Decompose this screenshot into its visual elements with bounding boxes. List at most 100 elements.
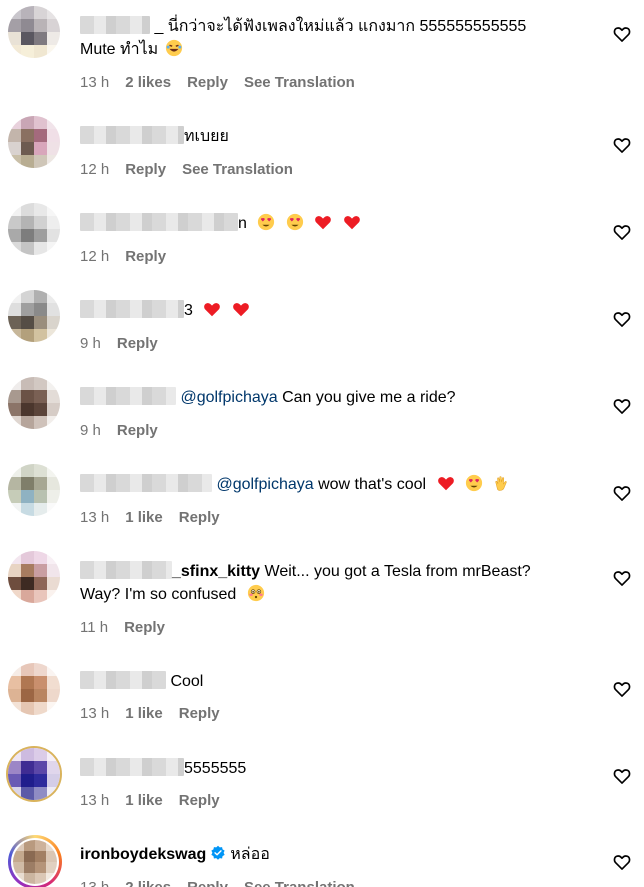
comment-username[interactable]: ironboydekswag <box>80 846 206 863</box>
comment-body: n <box>238 215 247 232</box>
avatar[interactable] <box>8 551 60 603</box>
story-ring[interactable] <box>8 835 62 887</box>
likes-count[interactable]: 2 likes <box>125 879 171 887</box>
timestamp: 13 h <box>80 879 109 887</box>
comment-body: 5555555 <box>184 760 247 777</box>
blurred-username[interactable] <box>80 300 184 318</box>
heart-outline-icon[interactable] <box>612 309 632 329</box>
blurred-username[interactable] <box>80 387 176 405</box>
avatar[interactable] <box>8 663 60 715</box>
mention-link[interactable]: @golfpichaya <box>216 476 313 493</box>
timestamp: 9 h <box>80 422 101 439</box>
comment-text-line2: Mute ทำไม <box>80 39 183 61</box>
comment-meta: 13 h 2 likes Reply See Translation <box>80 879 371 887</box>
flushed-face-emoji-icon <box>247 584 264 602</box>
comment-body-continued: Mute ทำไม <box>80 41 159 58</box>
comment-meta: 13 h 1 like Reply <box>80 509 236 526</box>
comment-text: n <box>80 213 361 235</box>
likes-count[interactable]: 1 like <box>125 792 163 809</box>
comment-text: _sfinx_kitty Weit... you got a Tesla fro… <box>80 561 531 583</box>
comment-body: ทเบยย <box>184 128 229 145</box>
blurred-username[interactable] <box>80 561 172 579</box>
reply-button[interactable]: Reply <box>117 422 158 439</box>
heart-eyes-emoji-icon <box>286 213 303 231</box>
timestamp: 13 h <box>80 509 110 526</box>
comment-text: 5555555 <box>80 758 246 780</box>
heart-outline-icon[interactable] <box>612 852 632 872</box>
likes-count[interactable]: 2 likes <box>125 74 171 91</box>
comment-meta: 9 h Reply <box>80 335 174 352</box>
comment-text: @golfpichaya Can you give me a ride? <box>80 387 456 409</box>
comment-body-continued: Way? I'm so confused <box>80 586 237 603</box>
laughing-emoji-icon <box>165 39 182 57</box>
timestamp: 13 h <box>80 705 110 722</box>
likes-count[interactable]: 1 like <box>125 705 163 722</box>
timestamp: 12 h <box>80 248 110 265</box>
verified-badge-icon <box>211 845 225 860</box>
comment-meta: 12 h Reply See Translation <box>80 161 309 178</box>
clapping-hands-emoji-icon <box>495 476 508 491</box>
heart-outline-icon[interactable] <box>612 135 632 155</box>
red-heart-emoji-icon <box>204 303 221 317</box>
blurred-username[interactable] <box>80 671 166 689</box>
reply-button[interactable]: Reply <box>187 74 228 91</box>
heart-outline-icon[interactable] <box>612 679 632 699</box>
reply-button[interactable]: Reply <box>117 335 158 352</box>
comment-meta: 13 h 1 like Reply <box>80 792 236 809</box>
avatar[interactable] <box>8 116 60 168</box>
heart-eyes-emoji-icon <box>465 474 483 492</box>
heart-outline-icon[interactable] <box>612 568 632 588</box>
comment-body: _ นี่กว่าจะได้ฟังเพลงใหม่แล้ว แกงมาก 555… <box>154 18 527 35</box>
reply-button[interactable]: Reply <box>187 879 228 887</box>
comment-text: ironboydekswag หล่ออ <box>80 844 270 866</box>
reply-button[interactable]: Reply <box>179 792 220 809</box>
blurred-username[interactable] <box>80 126 184 144</box>
avatar[interactable] <box>8 290 60 342</box>
see-translation-button[interactable]: See Translation <box>182 161 293 178</box>
heart-outline-icon[interactable] <box>612 396 632 416</box>
likes-count[interactable]: 1 like <box>125 509 163 526</box>
red-heart-emoji-icon <box>343 216 360 230</box>
red-heart-emoji-icon <box>315 216 332 230</box>
reply-button[interactable]: Reply <box>124 619 165 636</box>
heart-outline-icon[interactable] <box>612 24 632 44</box>
blurred-username[interactable] <box>80 758 184 776</box>
reply-button[interactable]: Reply <box>125 161 166 178</box>
comment-body: wow that's cool <box>318 476 427 493</box>
comment-text: @golfpichaya wow that's cool <box>80 474 511 496</box>
comment-username[interactable]: _sfinx_kitty <box>172 563 260 580</box>
blurred-username[interactable] <box>80 213 238 231</box>
reply-button[interactable]: Reply <box>125 248 166 265</box>
heart-outline-icon[interactable] <box>612 766 632 786</box>
comment-meta: 13 h 1 like Reply <box>80 705 236 722</box>
avatar[interactable] <box>13 840 57 884</box>
comment-meta: 13 h 2 likes Reply See Translation <box>80 74 371 91</box>
comment-text-line2: Way? I'm so confused <box>80 584 265 606</box>
red-heart-emoji-icon <box>232 303 249 317</box>
comment-text: 3 <box>80 300 250 322</box>
heart-outline-icon[interactable] <box>612 222 632 242</box>
mention-link[interactable]: @golfpichaya <box>180 389 277 406</box>
red-heart-emoji-icon <box>437 477 454 491</box>
comment-meta: 11 h Reply <box>80 619 181 636</box>
blurred-username[interactable] <box>80 16 150 34</box>
comment-body: Can you give me a ride? <box>282 389 456 406</box>
comment-meta: 9 h Reply <box>80 422 174 439</box>
reply-button[interactable]: Reply <box>179 705 220 722</box>
avatar[interactable] <box>8 6 60 58</box>
blurred-username[interactable] <box>80 474 212 492</box>
comment-meta: 12 h Reply <box>80 248 182 265</box>
avatar[interactable] <box>8 464 60 516</box>
avatar[interactable] <box>8 748 60 800</box>
timestamp: 12 h <box>80 161 110 178</box>
avatar[interactable] <box>8 203 60 255</box>
see-translation-button[interactable]: See Translation <box>244 74 355 91</box>
avatar[interactable] <box>8 377 60 429</box>
heart-outline-icon[interactable] <box>612 483 632 503</box>
reply-button[interactable]: Reply <box>179 509 220 526</box>
comment-body: Cool <box>170 673 204 690</box>
comment-body: หล่ออ <box>230 846 270 863</box>
comment-body: 3 <box>184 302 193 319</box>
see-translation-button[interactable]: See Translation <box>244 879 355 887</box>
timestamp: 9 h <box>80 335 101 352</box>
